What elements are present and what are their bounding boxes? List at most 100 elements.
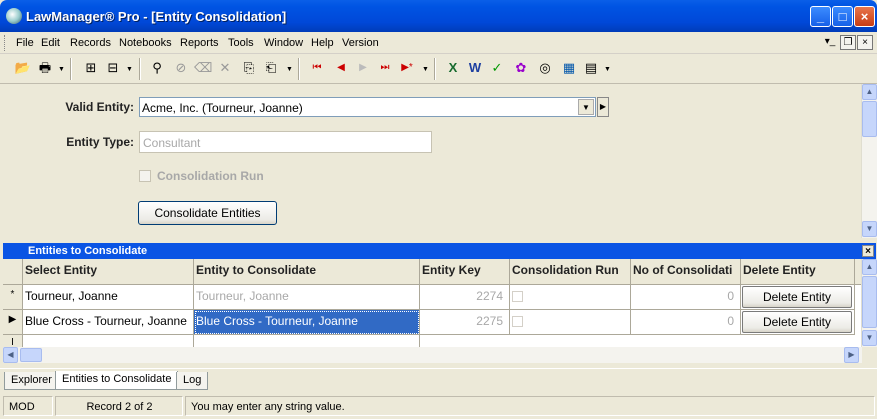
previous-record-icon[interactable]: ◀ <box>332 59 350 77</box>
next-record-icon[interactable]: ▶ <box>354 59 372 77</box>
cancel-icon[interactable]: ⊘ <box>172 59 190 77</box>
tab-explorer[interactable]: Explorer <box>4 372 59 390</box>
toolbar-separator <box>70 58 72 80</box>
tab-log[interactable]: Log <box>176 372 209 390</box>
delete-entity-button[interactable]: Delete Entity <box>742 311 852 333</box>
menu-edit[interactable]: Edit <box>41 37 60 49</box>
open-folder-icon[interactable]: 📂 <box>14 59 32 77</box>
cell-entity-key[interactable]: 2274 <box>420 285 510 310</box>
minimize-button[interactable]: _ <box>810 6 831 27</box>
cell-delete-entity: Delete Entity <box>741 285 855 310</box>
cell-entity-to-consolidate[interactable]: Tourneur, Joanne <box>194 285 420 310</box>
entities-grid: Select Entity Entity to Consolidate Enti… <box>3 259 862 347</box>
cell-new-row[interactable] <box>23 335 194 347</box>
calendar-icon[interactable]: ▦ <box>560 59 578 77</box>
column-header-select-entity[interactable]: Select Entity <box>23 259 194 285</box>
maximize-button[interactable]: □ <box>832 6 853 27</box>
close-button[interactable]: × <box>854 6 875 27</box>
timer-icon[interactable]: ◎ <box>536 59 554 77</box>
form-scrollbar[interactable]: ▲ ▼ <box>861 84 877 238</box>
cell-no-of-consolidations[interactable]: 0 <box>631 285 741 310</box>
grid-scrollbar[interactable]: ▲ ▼ <box>861 259 877 347</box>
scroll-left-icon[interactable]: ◀ <box>3 347 18 363</box>
menu-help[interactable]: Help <box>311 37 334 49</box>
menu-version[interactable]: Version <box>342 37 379 49</box>
tab-entities-to-consolidate[interactable]: Entities to Consolidate <box>55 371 179 390</box>
cell-select-entity[interactable]: Blue Cross - Tourneur, Joanne <box>23 310 194 335</box>
scroll-thumb[interactable] <box>862 276 877 328</box>
scroll-up-icon[interactable]: ▲ <box>862 259 877 275</box>
column-header-entity-to-consolidate[interactable]: Entity to Consolidate <box>194 259 420 285</box>
mdi-minimize-icon[interactable]: ▾_ <box>822 35 838 50</box>
copy-record-icon[interactable]: ⎘ <box>240 59 258 77</box>
scroll-thumb[interactable] <box>20 348 42 362</box>
new-window-icon[interactable]: ⊞ <box>82 59 100 77</box>
menu-notebooks[interactable]: Notebooks <box>119 37 172 49</box>
column-header-no-of-consolidations[interactable]: No of Consolidati <box>631 259 741 285</box>
cell-no-of-consolidations[interactable]: 0 <box>631 310 741 335</box>
expand-arrow-icon[interactable]: ▶ <box>597 97 609 117</box>
menu-tools[interactable]: Tools <box>228 37 254 49</box>
consolidation-run-checkbox[interactable] <box>139 170 151 182</box>
cell-new-row[interactable] <box>194 335 420 347</box>
word-icon[interactable]: W <box>466 59 484 77</box>
mdi-restore-icon[interactable]: ❐ <box>840 35 856 50</box>
delete-record-icon[interactable]: ✕ <box>216 59 234 77</box>
print-icon[interactable]: 🖶 <box>36 59 54 77</box>
cell-select-entity[interactable]: Tourneur, Joanne <box>23 285 194 310</box>
consolidation-run-checkbox[interactable] <box>512 291 523 302</box>
menu-file[interactable]: File <box>16 37 34 49</box>
spellcheck-icon[interactable]: ✓ <box>488 59 506 77</box>
scroll-up-icon[interactable]: ▲ <box>862 84 877 100</box>
first-record-icon[interactable]: ⏮ <box>308 59 326 77</box>
toolbar-separator <box>139 58 141 80</box>
find-binoculars-icon[interactable]: ⚲ <box>148 59 166 77</box>
status-message: You may enter any string value. <box>185 396 875 416</box>
chevron-down-icon[interactable]: ▼ <box>578 99 594 115</box>
valid-entity-combobox[interactable]: Acme, Inc. (Tourneur, Joanne) ▼ <box>139 97 596 117</box>
menu-window[interactable]: Window <box>264 37 303 49</box>
column-header-entity-key[interactable]: Entity Key <box>420 259 510 285</box>
eraser-icon[interactable]: ⌫ <box>194 59 212 77</box>
column-header-delete-entity[interactable]: Delete Entity <box>741 259 855 285</box>
grid-horizontal-scrollbar[interactable]: ◀ ▶ <box>3 347 862 363</box>
consolidate-entities-button[interactable]: Consolidate Entities <box>138 201 277 225</box>
row-selector[interactable]: ▶ <box>3 310 23 335</box>
new-record-icon[interactable]: ▶* <box>398 59 416 77</box>
scroll-right-icon[interactable]: ▶ <box>844 347 859 363</box>
excel-icon[interactable]: X <box>444 59 462 77</box>
layout-dropdown-icon[interactable]: ▼ <box>126 66 133 73</box>
macro-icon[interactable]: ✿ <box>512 59 530 77</box>
new-row-selector[interactable]: I <box>3 335 23 347</box>
mdi-close-icon[interactable]: × <box>857 35 873 50</box>
print-dropdown-icon[interactable]: ▼ <box>58 66 65 73</box>
navigation-dropdown-icon[interactable]: ▼ <box>422 66 429 73</box>
status-bar: MOD Record 2 of 2 You may enter any stri… <box>0 394 877 419</box>
subform-title-bar: Entities to Consolidate × <box>3 243 876 259</box>
column-header-consolidation-run[interactable]: Consolidation Run <box>510 259 631 285</box>
paste-record-icon[interactable]: ⎗ <box>262 59 280 77</box>
cell-entity-to-consolidate[interactable]: Blue Cross - Tourneur, Joanne <box>194 310 420 335</box>
cell-consolidation-run[interactable] <box>510 285 631 310</box>
menu-grip <box>4 35 7 51</box>
toolbar: 📂 🖶 ▼ ⊞ ⊟ ▼ ⚲ ⊘ ⌫ ✕ ⎘ ⎗ ▼ ⏮ ◀ ▶ ⏭ ▶* ▼ X… <box>0 54 877 84</box>
form-area: Valid Entity: Acme, Inc. (Tourneur, Joan… <box>3 84 862 238</box>
entity-type-field[interactable]: Consultant <box>139 131 432 153</box>
properties-icon[interactable]: ▤ <box>582 59 600 77</box>
consolidation-run-checkbox[interactable] <box>512 316 523 327</box>
last-record-icon[interactable]: ⏭ <box>376 59 394 77</box>
menu-records[interactable]: Records <box>70 37 111 49</box>
scroll-down-icon[interactable]: ▼ <box>862 330 877 346</box>
close-icon[interactable]: × <box>862 245 874 257</box>
delete-entity-button[interactable]: Delete Entity <box>742 286 852 308</box>
record-dropdown-icon[interactable]: ▼ <box>286 66 293 73</box>
cell-consolidation-run[interactable] <box>510 310 631 335</box>
status-mode: MOD <box>3 396 53 416</box>
scroll-down-icon[interactable]: ▼ <box>862 221 877 237</box>
row-selector[interactable]: * <box>3 285 23 310</box>
layout-icon[interactable]: ⊟ <box>104 59 122 77</box>
cell-entity-key[interactable]: 2275 <box>420 310 510 335</box>
tools-dropdown-icon[interactable]: ▼ <box>604 66 611 73</box>
menu-reports[interactable]: Reports <box>180 37 219 49</box>
scroll-thumb[interactable] <box>862 101 877 137</box>
